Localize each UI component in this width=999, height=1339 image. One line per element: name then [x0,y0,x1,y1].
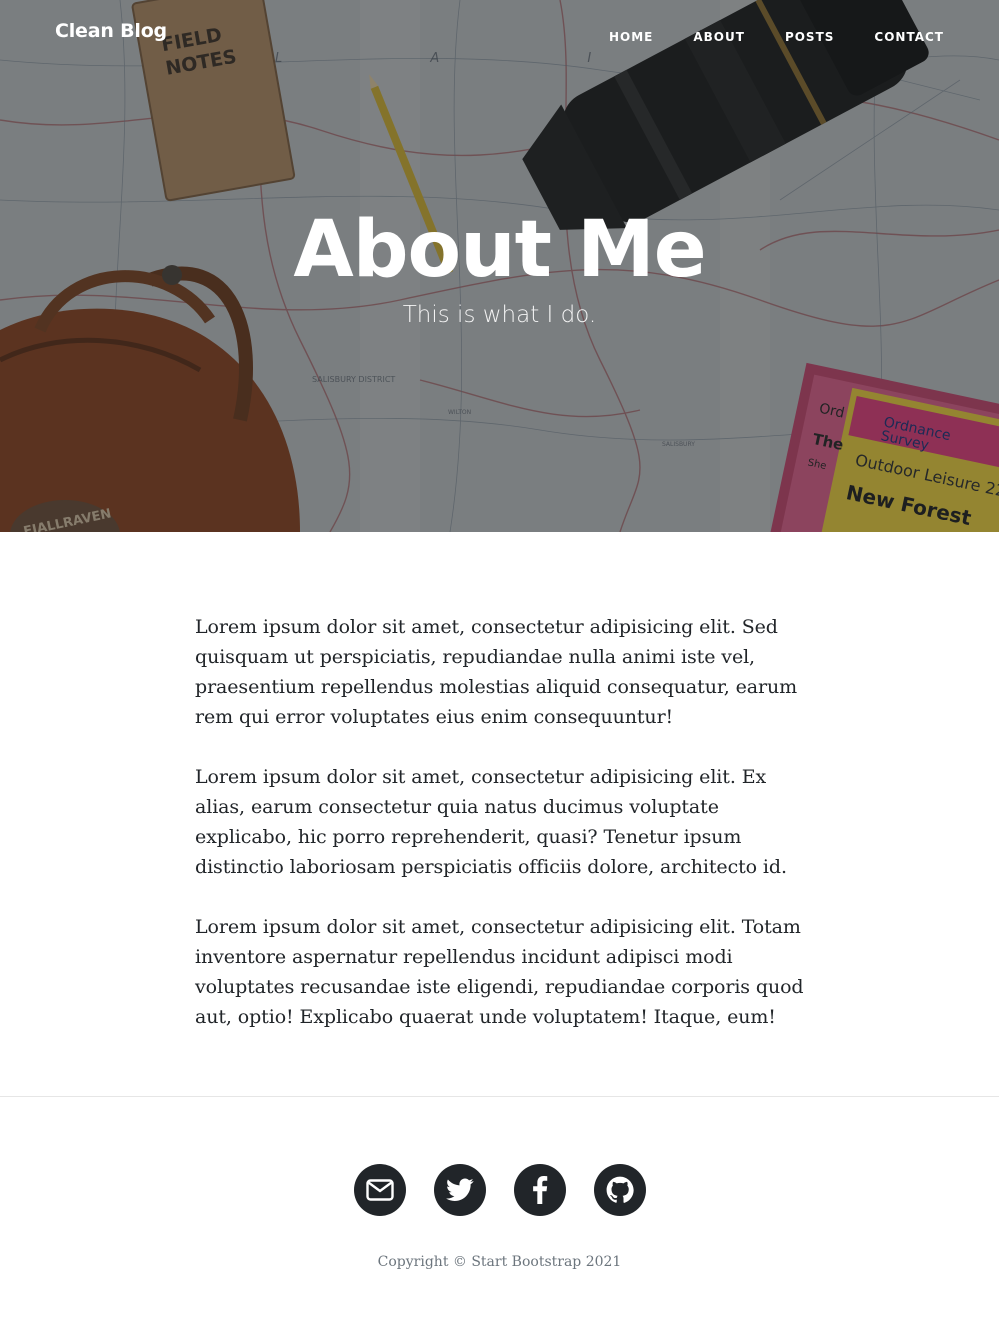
envelope-icon [366,1179,394,1201]
facebook-link[interactable] [514,1164,566,1216]
facebook-icon [533,1176,548,1204]
nav-link-contact[interactable]: CONTACT [874,30,944,44]
github-link[interactable] [594,1164,646,1216]
content-paragraph: Lorem ipsum dolor sit amet, consectetur … [195,616,798,728]
footer-divider [0,1096,999,1097]
content-paragraph: Lorem ipsum dolor sit amet, consectetur … [195,916,804,1028]
about-content: Lorem ipsum dolor sit amet, consectetur … [195,612,805,1062]
nav-link-about[interactable]: ABOUT [693,30,745,44]
twitter-link[interactable] [434,1164,486,1216]
page-title: About Me [293,205,706,295]
page-subheading: This is what I do. [402,302,597,328]
nav-links: HOME ABOUT POSTS CONTACT [569,26,944,45]
twitter-icon [446,1178,474,1201]
nav-link-posts[interactable]: POSTS [785,30,834,44]
email-link[interactable] [354,1164,406,1216]
navbar: Clean Blog HOME ABOUT POSTS CONTACT [0,0,999,68]
nav-link-home[interactable]: HOME [609,30,653,44]
copyright-text: Copyright © Start Bootstrap 2021 [377,1254,622,1270]
masthead: L A I N SALISBURY DISTRICT WILTON SALISB… [0,0,999,532]
content-paragraph: Lorem ipsum dolor sit amet, consectetur … [195,766,787,878]
brand-link[interactable]: Clean Blog [55,20,167,42]
github-icon [606,1176,634,1203]
social-links [354,1164,646,1216]
page-heading: About Me This is what I do. [0,200,999,328]
